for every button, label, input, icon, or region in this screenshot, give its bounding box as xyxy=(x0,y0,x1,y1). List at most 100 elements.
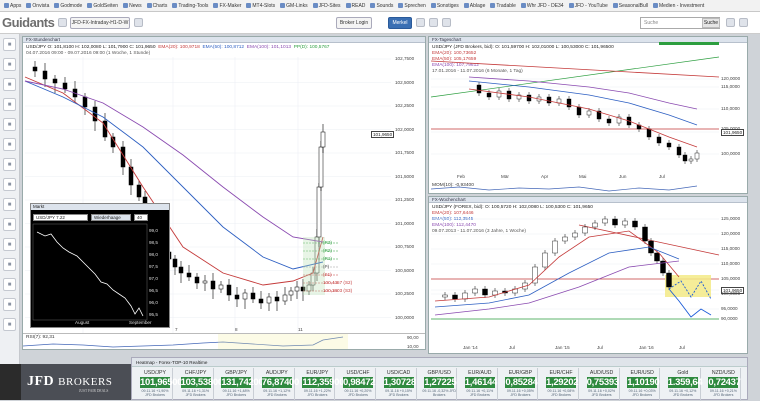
globe-icon[interactable]: ■ xyxy=(3,178,16,191)
ticker-tile-eur-gbp[interactable]: EUR/GBP 0,85284 09.11.16 +0,05% JFD Broker… xyxy=(503,368,539,401)
menu-icon[interactable] xyxy=(739,18,748,27)
bookmark-16[interactable]: Tradable xyxy=(490,3,516,9)
add-tab-icon[interactable] xyxy=(134,18,143,27)
bookmark-12[interactable]: Sounds xyxy=(370,3,393,9)
ticker-value: 131,74200 xyxy=(221,377,264,388)
list-icon[interactable]: ■ xyxy=(3,238,16,251)
bookmark-15[interactable]: Ablage xyxy=(463,3,485,9)
guidants-logo[interactable]: Guidants xyxy=(2,15,55,30)
ticker-tile-eur-chf[interactable]: EUR/CHF 1,29202 09.11.16 +0,08% JFD Broker… xyxy=(544,368,579,401)
weekly-y-tick: 125,0000 xyxy=(721,216,741,221)
candle-body xyxy=(582,226,588,234)
indicator-y-tick: 97,0 xyxy=(149,276,158,281)
bookmark-19[interactable]: SeasonalBull xyxy=(612,3,648,9)
bookmark-9[interactable]: GM-Links xyxy=(280,3,308,9)
star-icon[interactable]: ■ xyxy=(3,138,16,151)
help-icon[interactable]: ■ xyxy=(3,218,16,231)
ema20-line xyxy=(468,88,698,148)
bookmark-label: GoldSeiten xyxy=(93,2,119,9)
layout-icon[interactable] xyxy=(416,18,425,27)
weekly-x-tick: Jul xyxy=(679,345,685,350)
chart-icon[interactable]: ■ xyxy=(3,58,16,71)
bookmark-0[interactable]: Apps xyxy=(4,3,21,9)
user2-icon[interactable]: ■ xyxy=(3,298,16,311)
grid-icon[interactable]: ■ xyxy=(3,78,16,91)
ticker-tile-gbp-jpy[interactable]: GBP/JPY 131,74200 09.11.16 +1,48% JFD Brok… xyxy=(219,368,264,401)
ticker-change: 09.11.16 +1,31% JFD Brokers xyxy=(182,389,210,397)
ticker-tile-aud-usd[interactable]: AUD/USD 0,75393 09.11.16 +0,02% JFD Broker… xyxy=(585,368,620,401)
ticker-tile-usd-chf[interactable]: USD/CHF 0,98472 09.11.16 +0,20% JFD Broker… xyxy=(341,368,376,401)
bookmark-label: Medien - Investment xyxy=(658,2,705,9)
bell-icon[interactable]: ■ xyxy=(3,118,16,131)
bookmark-14[interactable]: Sonstiges xyxy=(430,3,459,9)
user-icon[interactable]: ■ xyxy=(3,38,16,51)
merkel-button[interactable]: Merkel xyxy=(388,17,412,29)
bookmark-5[interactable]: Charts xyxy=(146,3,167,9)
candle-body xyxy=(186,272,192,278)
ticker-tile-eur-aud[interactable]: EUR/AUD 1,46144 09.11.16 +0,11% JFD Broker… xyxy=(463,368,498,401)
bookmark-icon xyxy=(4,3,9,8)
news-icon[interactable]: ■ xyxy=(3,278,16,291)
candle-body xyxy=(694,152,700,160)
bookmark-17[interactable]: Whr JFD - DE34 xyxy=(520,3,564,9)
weekly-y-tick: 105,0000 xyxy=(721,276,741,281)
broker-login-button[interactable]: Broker Login xyxy=(336,17,372,29)
indicator-y-tick: 99,0 xyxy=(149,228,158,233)
bookmark-3[interactable]: GoldSeiten xyxy=(87,3,118,9)
user-icon[interactable] xyxy=(726,18,735,27)
daily-chart-panel[interactable]: FX-Tageschart USD/JPY (JFD Brokers, bid)… xyxy=(428,36,748,194)
weekly-x-tick: Jan '14 xyxy=(463,345,478,350)
ticker-value: 76,87400 xyxy=(261,377,300,388)
candle-body xyxy=(586,110,592,116)
ticker-tile-usd-jpy[interactable]: USD/JPY 101,96500 09.11.16 +1,90% JFD Brok… xyxy=(138,368,183,401)
indicator-window[interactable]: Markt USD/JPY 7.22 Wiederhaage 40 99,0 98… xyxy=(30,203,170,328)
y-tick-label: 102,7500 xyxy=(395,56,415,61)
ticker-symbol: NZD/USD xyxy=(711,370,735,376)
indicator-y-tick: 97,5 xyxy=(149,264,158,269)
weekly-x-tick: Jan '15 xyxy=(555,345,570,350)
ticker-change: 09.11.16 +0,11% JFD Brokers xyxy=(466,389,494,397)
bookmark-18[interactable]: JFD - YouTube xyxy=(568,3,608,9)
candle-body xyxy=(632,220,638,228)
bookmark-icon xyxy=(345,3,351,8)
bookmark-20[interactable]: Medien - Investment xyxy=(652,2,705,9)
search-button[interactable]: Suche xyxy=(702,18,720,28)
expand-icon[interactable] xyxy=(442,18,451,27)
ticker-symbol: GBP/JPY xyxy=(225,370,248,376)
envelope-icon[interactable]: ■ xyxy=(3,98,16,111)
bookmark-2[interactable]: Godmode xyxy=(54,3,82,9)
ticker-tile-chf-jpy[interactable]: CHF/JPY 103,53800 09.11.16 +1,31% JFD Brok… xyxy=(179,368,223,401)
ticker-tile-eur-jpy[interactable]: EUR/JPY 112,35900 09.11.16 +1,22% JFD Brok… xyxy=(300,368,344,401)
home-icon[interactable] xyxy=(58,18,67,27)
indicator-x-label-1: August xyxy=(75,320,90,325)
doc-icon[interactable]: ■ xyxy=(3,158,16,171)
bookmark-icon[interactable]: ■ xyxy=(3,258,16,271)
ticker-value: 0,72437 xyxy=(708,377,741,388)
bookmark-11[interactable]: READ xyxy=(345,3,365,9)
bookmark-13[interactable]: Sprechen xyxy=(398,3,426,9)
bookmark-label: Apps xyxy=(10,2,22,9)
bookmark-4[interactable]: News xyxy=(123,3,142,9)
ticker-tile-aud-jpy[interactable]: AUD/JPY 76,87400 09.11.16 +1,12% JFD Broke… xyxy=(260,368,300,401)
weekly-chart-panel[interactable]: FX-Wochenchart USD/JPY (FOREX, bid): O: … xyxy=(428,196,748,354)
cog-icon[interactable]: ■ xyxy=(3,198,16,211)
bookmark-7[interactable]: FX-Maker xyxy=(213,3,241,9)
bookmark-label: Tradable xyxy=(496,2,516,9)
grid-layout-icon[interactable] xyxy=(429,18,438,27)
bookmark-1[interactable]: Onvista xyxy=(26,3,49,9)
ticker-tile-gbp-usd[interactable]: GBP/USD 1,27225 09.11.16 -0,32% JFD Broker… xyxy=(422,368,458,401)
workspace-tab[interactable]: JFD-FX-Intraday-H1-D-W xyxy=(70,17,130,29)
bookmark-6[interactable]: Trading-Tools xyxy=(172,3,208,9)
bookmark-icon xyxy=(280,3,286,8)
ticker-tile-usd-cad[interactable]: USD/CAD 1,30728 09.11.16 +0,15% JFD Broker… xyxy=(382,368,417,401)
bookmark-10[interactable]: JFD-Sites xyxy=(312,3,341,9)
ticker-tile-nzd-usd[interactable]: NZD/USD 0,72437 09.11.16 +0,21% JFD Broker… xyxy=(706,368,742,401)
ticker-tile-gold[interactable]: Gold 1.359,64 09.11.16 +0,12% JFD Brokers xyxy=(666,368,703,401)
bookmark-8[interactable]: MT4-Slots xyxy=(246,3,275,9)
candle-body xyxy=(452,294,458,300)
candle-body xyxy=(202,280,208,284)
bookmark-icon xyxy=(612,3,618,8)
ticker-tile-eur-usd[interactable]: EUR/USD 1,10190 09.11.16 +0,03% JFD Broker… xyxy=(625,368,661,401)
bookmark-icon xyxy=(370,3,376,8)
chat-icon[interactable]: ■ xyxy=(3,318,16,331)
